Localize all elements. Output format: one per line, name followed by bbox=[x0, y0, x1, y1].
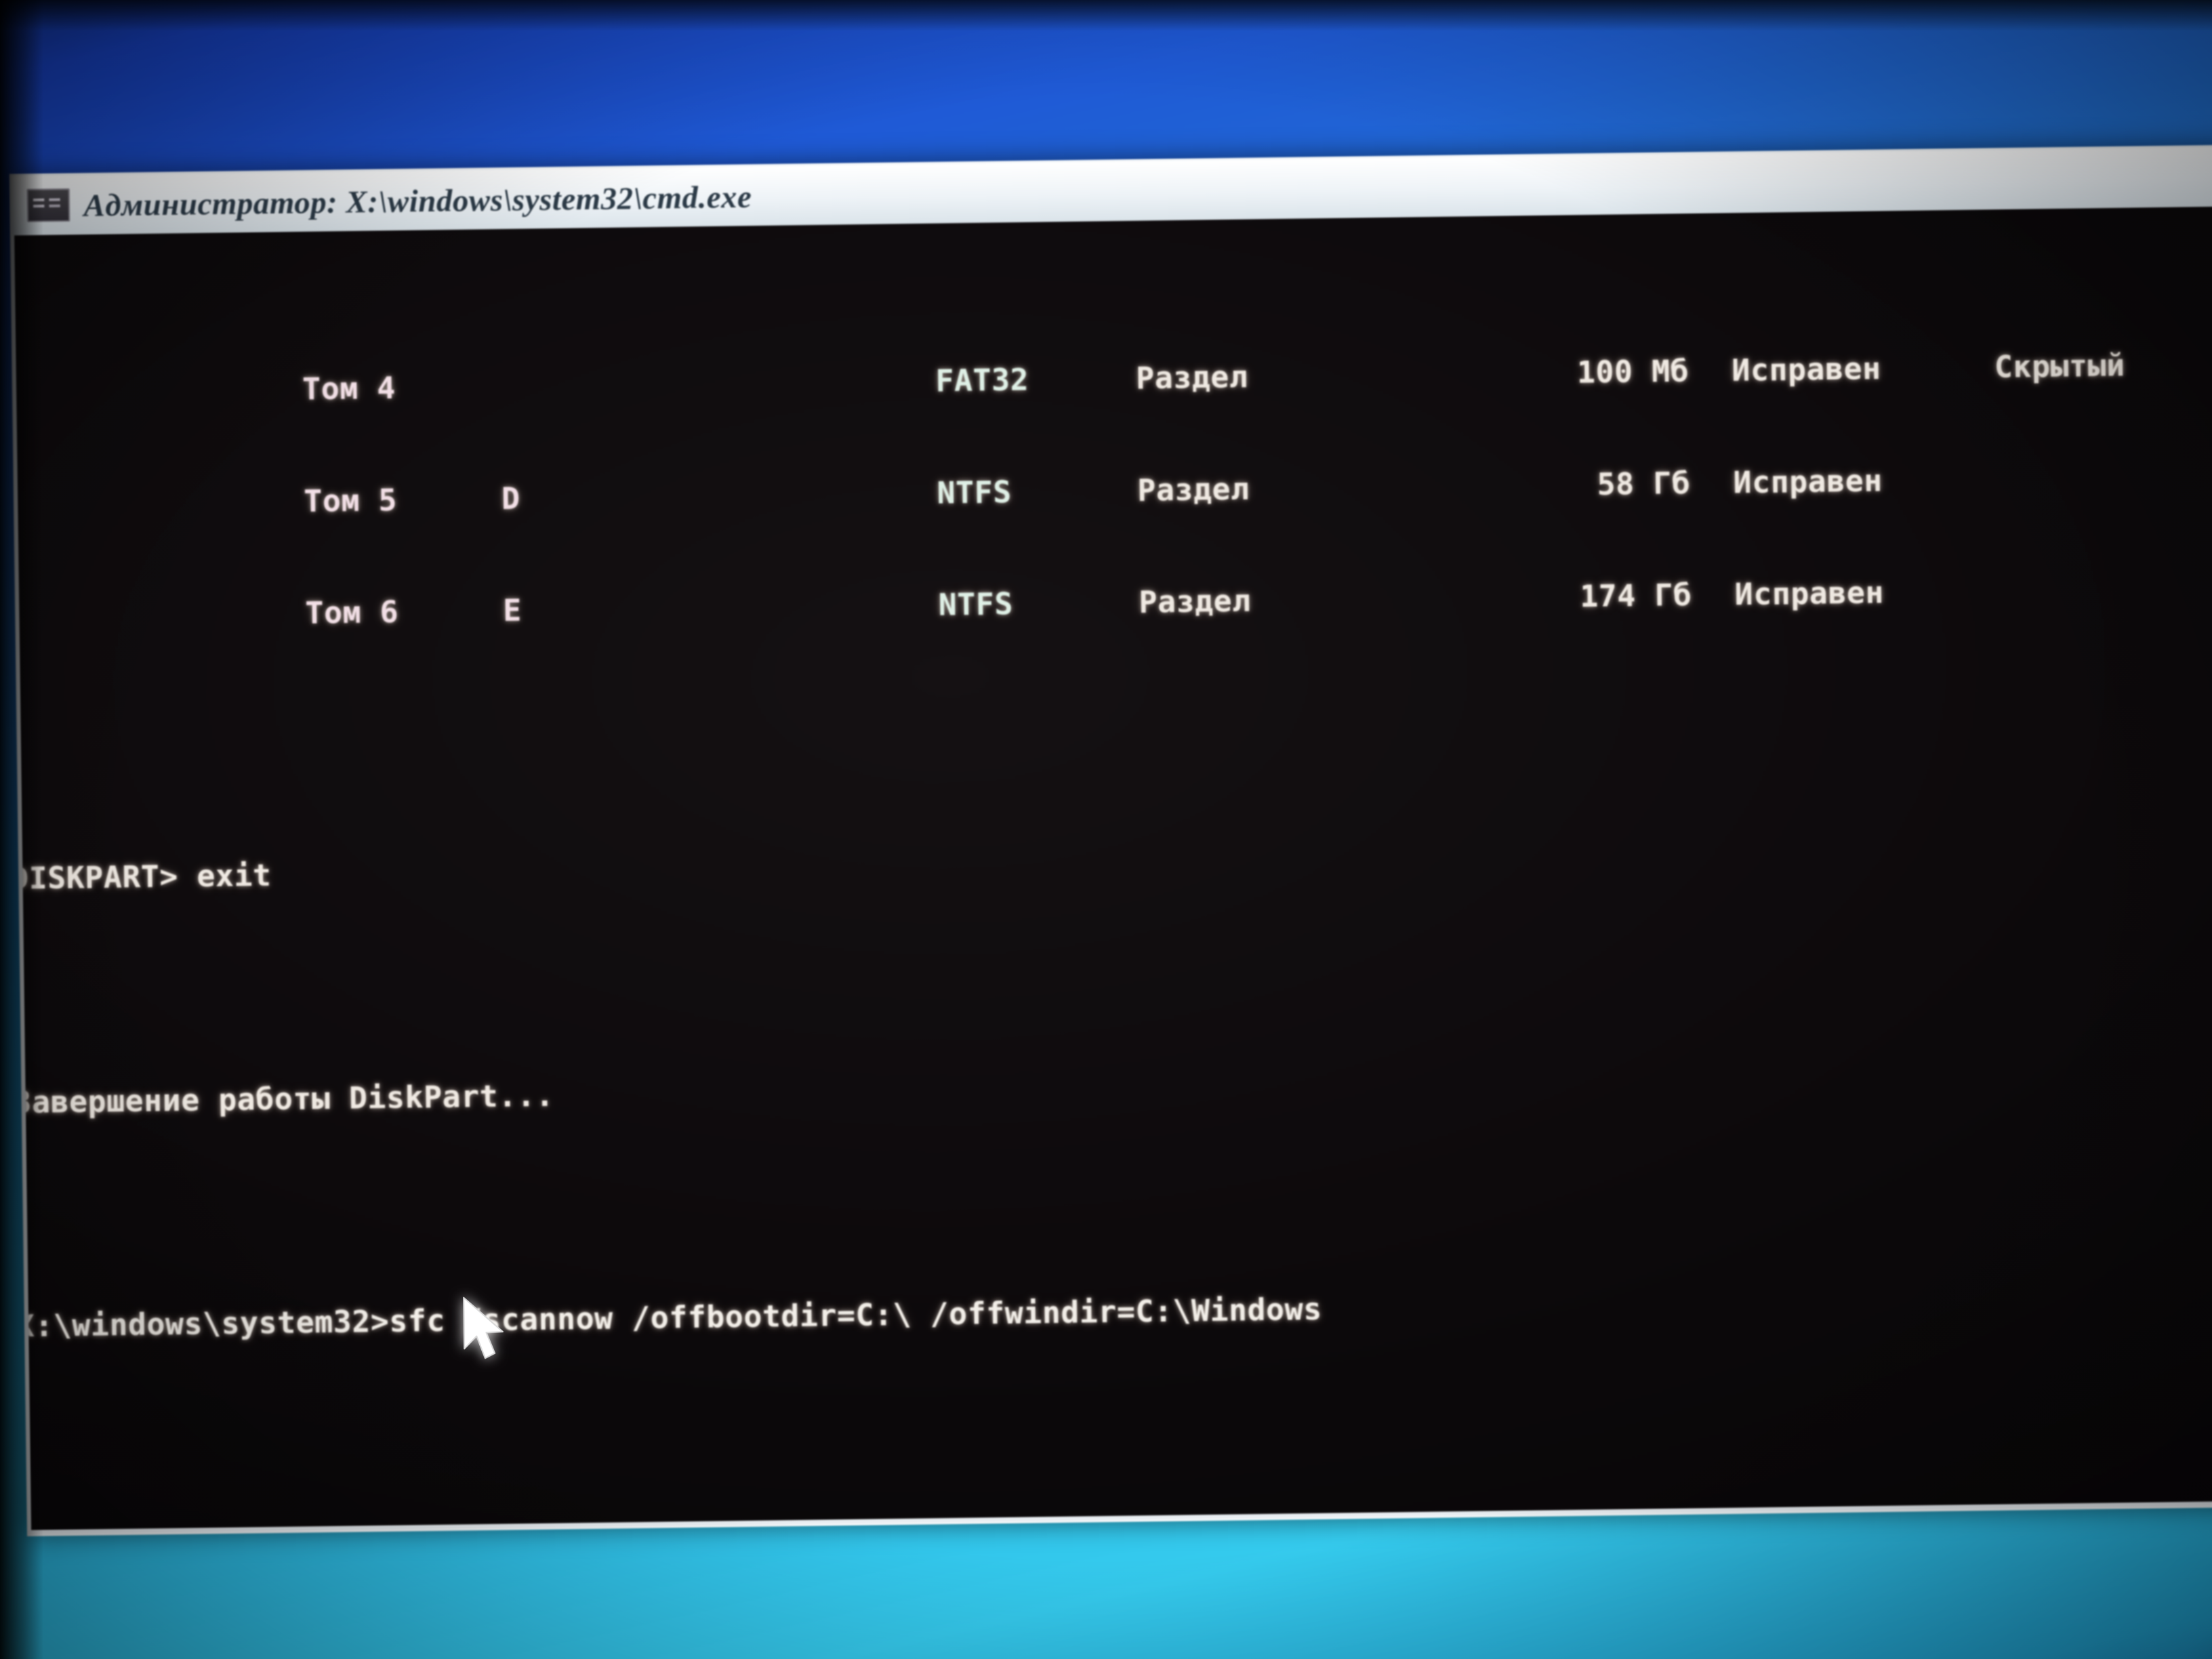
volume-row: Том 6 E NTFS Раздел 174 Гб Исправен bbox=[14, 533, 2212, 632]
volume-fs: NTFS bbox=[937, 474, 1012, 511]
console-text: Том 4 FAT32 Раздел 100 Мб Исправен Скрытый То… bbox=[14, 207, 2212, 1530]
cmd-window[interactable]: Администратор: X:\windows\system32\cmd.e… bbox=[9, 144, 2212, 1536]
volume-letter bbox=[500, 391, 936, 396]
console-client-area[interactable]: Том 4 FAT32 Раздел 100 Мб Исправен Скрытый То… bbox=[14, 206, 2212, 1530]
console-line: DISKPART> exit bbox=[14, 857, 272, 897]
window-title: Администратор: X:\windows\system32\cmd.e… bbox=[83, 178, 752, 223]
volume-state: Исправен bbox=[1734, 575, 1885, 613]
volume-type: Раздел bbox=[1139, 583, 1252, 621]
console-command-line: X:\windows\system32>sfc /scannow /offboo… bbox=[16, 1292, 1323, 1345]
volume-name: Том 5 bbox=[266, 483, 398, 520]
volume-row: Том 4 FAT32 Раздел 100 Мб Исправен Скрытый bbox=[14, 308, 2212, 407]
volume-type: Раздел bbox=[1137, 471, 1250, 509]
volume-extra: Скрытый bbox=[1994, 348, 2125, 386]
volume-name: Том 6 bbox=[268, 594, 399, 632]
volume-size: 58 Гб bbox=[1597, 466, 1691, 503]
volume-fs: FAT32 bbox=[935, 362, 1029, 399]
volume-size: 174 Гб bbox=[1579, 577, 1692, 615]
console-line: Завершение работы DiskPart... bbox=[14, 1078, 555, 1121]
volume-state: Исправен bbox=[1732, 351, 1881, 389]
volume-type: Раздел bbox=[1135, 359, 1248, 396]
volume-fs: NTFS bbox=[938, 586, 1014, 623]
volume-state: Исправен bbox=[1733, 463, 1883, 501]
monitor-screen: Администратор: X:\windows\system32\cmd.e… bbox=[0, 0, 2212, 1659]
cmd-icon bbox=[26, 188, 70, 222]
mouse-pointer-icon bbox=[463, 1296, 504, 1359]
volume-letter: E bbox=[502, 593, 523, 629]
volume-name: Том 4 bbox=[264, 371, 396, 408]
volume-row: Том 5 D NTFS Раздел 58 Гб Исправен bbox=[14, 421, 2212, 520]
volume-letter: D bbox=[501, 480, 520, 517]
monitor-photo: Администратор: X:\windows\system32\cmd.e… bbox=[0, 0, 2212, 1659]
volume-size: 100 Мб bbox=[1576, 354, 1689, 391]
